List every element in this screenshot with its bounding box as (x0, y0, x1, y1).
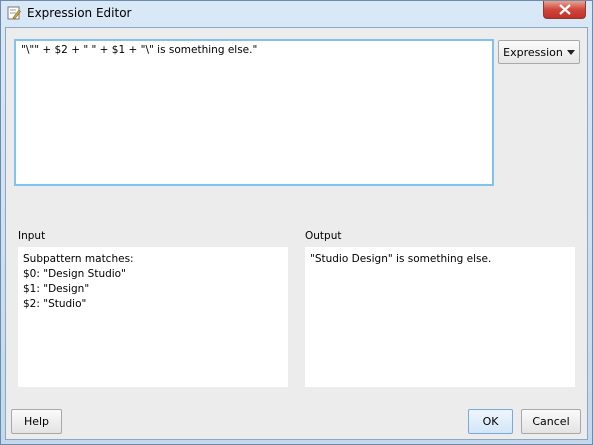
expression-editor-dialog: Expression Editor "\"" + $2 + " " + $1 +… (0, 0, 593, 445)
help-button[interactable]: Help (11, 409, 62, 434)
input-line: $2: "Studio" (23, 298, 87, 310)
chevron-down-icon (566, 49, 575, 55)
output-label: Output (305, 230, 342, 242)
window-title: Expression Editor (27, 6, 132, 20)
output-panel[interactable]: "Studio Design" is something else. (305, 247, 575, 387)
input-line: $0: "Design Studio" (23, 268, 126, 280)
cancel-button[interactable]: Cancel (521, 409, 581, 434)
edit-pencil-icon (7, 6, 21, 20)
close-icon (559, 4, 571, 15)
dialog-content: "\"" + $2 + " " + $1 + "\" is something … (5, 27, 588, 440)
output-line: "Studio Design" is something else. (310, 253, 492, 265)
input-label: Input (18, 230, 46, 242)
expression-textarea[interactable]: "\"" + $2 + " " + $1 + "\" is something … (14, 39, 494, 186)
close-button[interactable] (543, 1, 586, 19)
input-line: Subpattern matches: (23, 253, 134, 265)
input-line: $1: "Design" (23, 283, 90, 295)
help-button-label: Help (23, 415, 50, 428)
expression-menu-button[interactable]: Expression (498, 40, 580, 64)
cancel-button-label: Cancel (532, 415, 570, 428)
input-panel[interactable]: Subpattern matches: $0: "Design Studio" … (18, 247, 288, 387)
ok-button-label: OK (482, 415, 499, 428)
expression-menu-label: Expression (503, 45, 563, 59)
title-bar[interactable]: Expression Editor (1, 1, 592, 27)
ok-button[interactable]: OK (468, 409, 513, 434)
